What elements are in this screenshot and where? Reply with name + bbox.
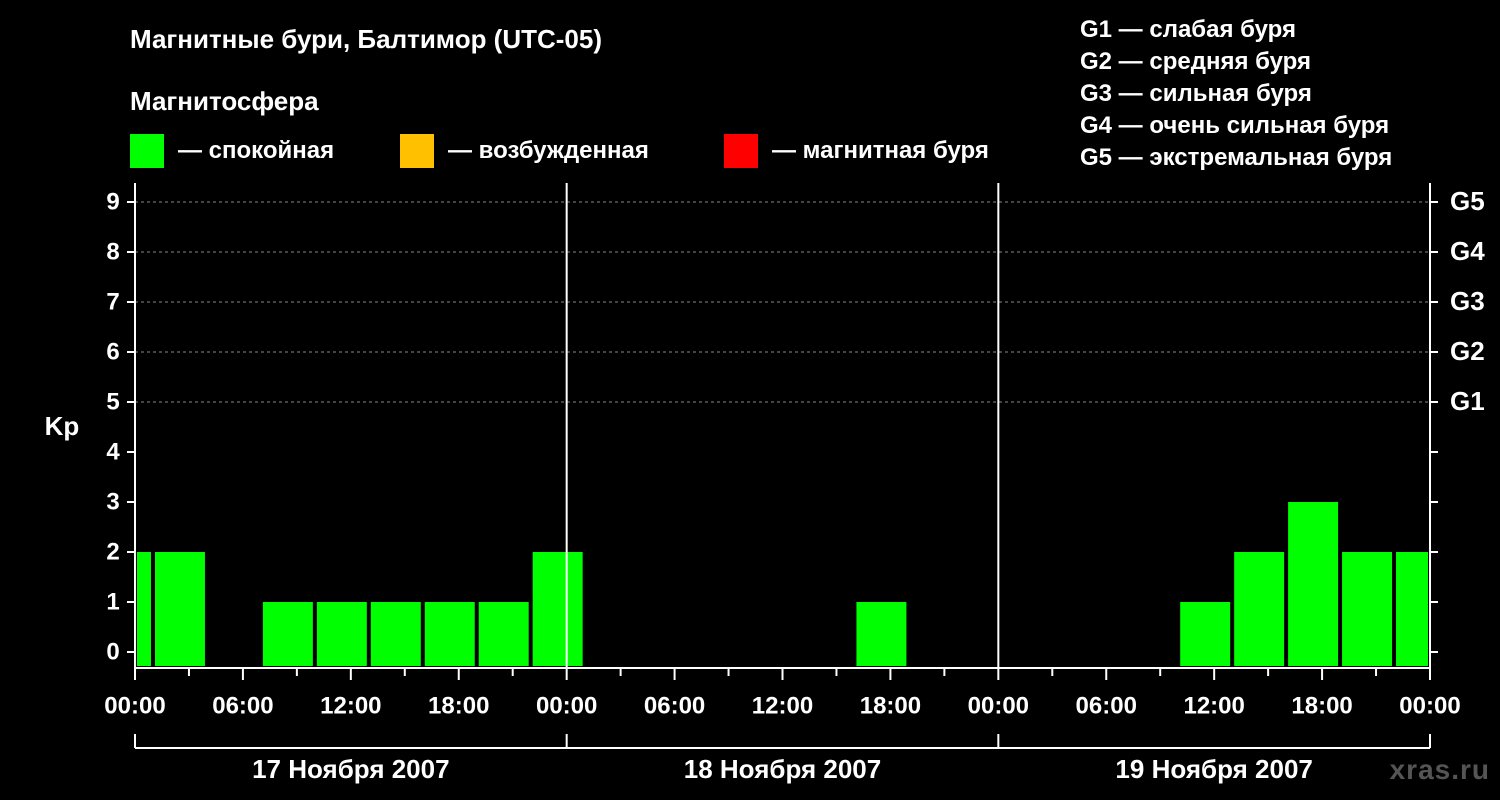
kp-bar-8	[532, 552, 583, 666]
kp-bar-3	[262, 602, 313, 666]
g-scale-label-G1: G1	[1450, 386, 1485, 416]
y-axis-label: Kp	[45, 411, 80, 441]
x-tick-label-8: 00:00	[968, 692, 1029, 719]
kp-bar-6	[424, 602, 475, 666]
kp-bar-7	[478, 602, 529, 666]
x-tick-label-4: 00:00	[536, 692, 597, 719]
x-tick-label-0: 00:00	[104, 692, 165, 719]
x-tick-label-3: 18:00	[428, 692, 489, 719]
x-tick-label-5: 06:00	[644, 692, 705, 719]
y-tick-label-8: 8	[106, 238, 119, 265]
x-tick-label-2: 12:00	[320, 692, 381, 719]
x-tick-label-11: 18:00	[1291, 692, 1352, 719]
y-tick-label-5: 5	[106, 388, 119, 415]
kp-bar-chart: 0 1 2 3 4 5 6 7 8 9 G1 G2 G3 G4 G5 Kp 00:00 06:00 12:00 18:…	[45, 183, 1485, 784]
y-tick-label-7: 7	[106, 288, 119, 315]
y-tick-label-1: 1	[106, 588, 119, 615]
y-tick-label-6: 6	[106, 338, 119, 365]
x-tick-label-1: 06:00	[212, 692, 273, 719]
y-tick-label-3: 3	[106, 488, 119, 515]
g-scale-label-G2: G2	[1450, 336, 1485, 366]
kp-bar-13	[1342, 552, 1393, 666]
x-tick-label-12: 00:00	[1399, 692, 1460, 719]
y-tick-label-0: 0	[106, 638, 119, 665]
x-tick-label-7: 18:00	[860, 692, 921, 719]
y-tick-label-9: 9	[106, 188, 119, 215]
watermark: xras.ru	[1389, 754, 1490, 785]
g-scale-label-G5: G5	[1450, 186, 1485, 216]
kp-bar-12	[1288, 502, 1339, 666]
kp-bar-9	[856, 602, 907, 666]
day-label-2: 19 Ноября 2007	[1115, 754, 1312, 784]
g-scale-label-G3: G3	[1450, 286, 1485, 316]
kp-bar-14	[1396, 552, 1428, 666]
y-tick-label-4: 4	[106, 438, 120, 465]
day-label-0: 17 Ноября 2007	[252, 754, 449, 784]
kp-bar-5	[370, 602, 421, 666]
g-scale-label-G4: G4	[1450, 236, 1485, 266]
day-label-1: 18 Ноября 2007	[684, 754, 881, 784]
kp-bar-1	[154, 552, 205, 666]
kp-bar-0	[137, 552, 151, 666]
kp-bar-10	[1180, 602, 1231, 666]
x-tick-label-6: 12:00	[752, 692, 813, 719]
x-tick-label-10: 12:00	[1183, 692, 1244, 719]
y-tick-label-2: 2	[106, 538, 119, 565]
kp-bar-4	[316, 602, 367, 666]
kp-bar-11	[1234, 552, 1285, 666]
x-tick-label-9: 06:00	[1076, 692, 1137, 719]
